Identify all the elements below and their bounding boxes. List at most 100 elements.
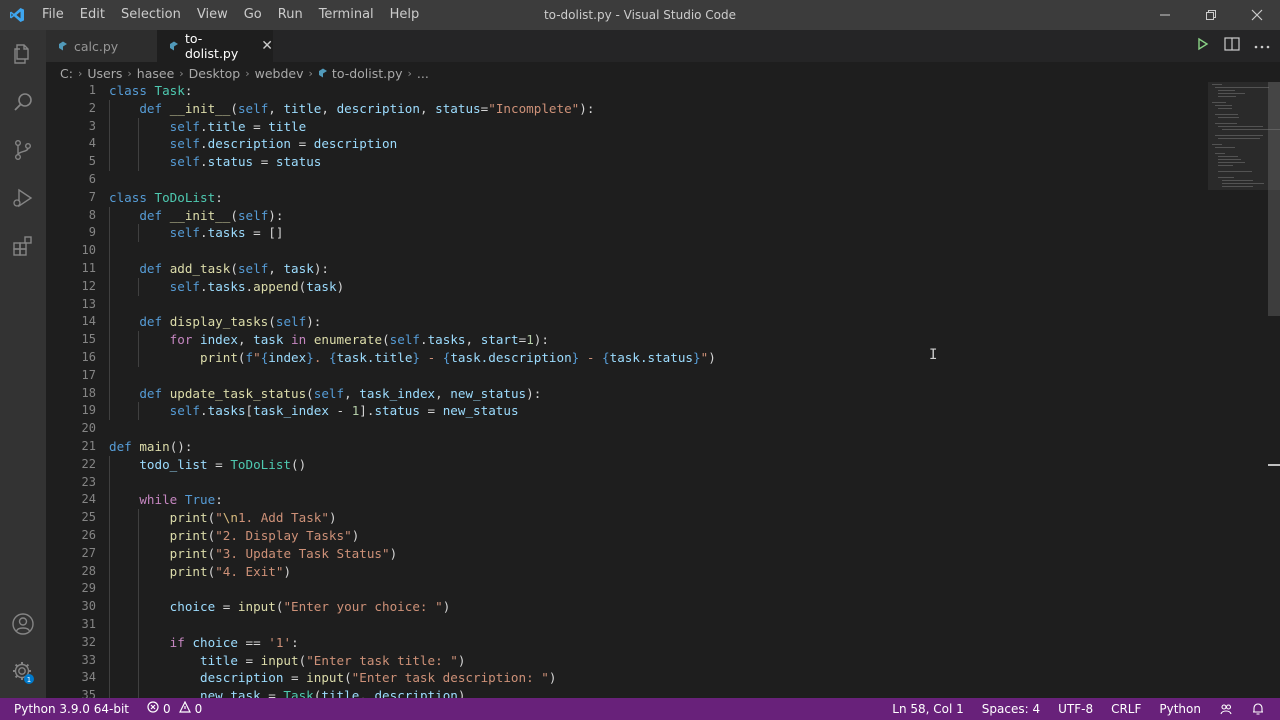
- code-line[interactable]: self.tasks.append(task): [109, 278, 716, 296]
- code-line[interactable]: def display_tasks(self):: [109, 313, 716, 331]
- notifications-bell-icon[interactable]: [1242, 702, 1274, 716]
- line-number: 26: [81, 527, 96, 542]
- manage-gear-icon[interactable]: 1: [0, 648, 46, 696]
- file-encoding[interactable]: UTF-8: [1049, 698, 1102, 720]
- code-line[interactable]: [109, 367, 716, 385]
- line-number: 24: [81, 492, 96, 507]
- code-lines[interactable]: class Task: def __init__(self, title, de…: [109, 82, 716, 698]
- code-line[interactable]: def update_task_status(self, task_index,…: [109, 385, 716, 403]
- code-line[interactable]: [109, 420, 716, 438]
- code-line[interactable]: choice = input("Enter your choice: "): [109, 598, 716, 616]
- vertical-scrollbar[interactable]: [1268, 82, 1280, 698]
- more-actions-icon[interactable]: [1254, 39, 1270, 54]
- breadcrumb-item-symbol[interactable]: ...: [417, 66, 429, 81]
- run-debug-icon[interactable]: [0, 174, 46, 222]
- accounts-icon[interactable]: [0, 600, 46, 648]
- code-line[interactable]: [109, 242, 716, 260]
- line-number: 6: [88, 171, 96, 186]
- code-line[interactable]: print("2. Display Tasks"): [109, 527, 716, 545]
- code-line[interactable]: class Task:: [109, 82, 716, 100]
- code-line[interactable]: print("\n1. Add Task"): [109, 509, 716, 527]
- code-line[interactable]: description = input("Enter task descript…: [109, 669, 716, 687]
- breadcrumb-item[interactable]: Desktop: [189, 66, 241, 81]
- code-line[interactable]: self.title = title: [109, 118, 716, 136]
- code-line[interactable]: [109, 474, 716, 492]
- code-line[interactable]: title = input("Enter task title: "): [109, 652, 716, 670]
- python-interpreter[interactable]: Python 3.9.0 64-bit: [0, 698, 138, 720]
- code-line[interactable]: todo_list = ToDoList(): [109, 456, 716, 474]
- tab-calc-py[interactable]: calc.py: [46, 30, 157, 62]
- code-line[interactable]: for index, task in enumerate(self.tasks,…: [109, 331, 716, 349]
- code-line[interactable]: def __init__(self, title, description, s…: [109, 100, 716, 118]
- split-editor-icon[interactable]: [1224, 37, 1240, 55]
- code-line[interactable]: def main():: [109, 438, 716, 456]
- minimap-line: [1218, 96, 1237, 98]
- code-line[interactable]: print(f"{index}. {task.title} - {task.de…: [109, 349, 716, 367]
- restore-icon: [1206, 10, 1216, 20]
- extensions-icon[interactable]: [0, 222, 46, 270]
- activity-bar: 1: [0, 30, 46, 698]
- run-python-file-icon[interactable]: [1196, 37, 1210, 55]
- close-tab-icon[interactable]: ✕: [261, 38, 273, 54]
- code-line[interactable]: self.status = status: [109, 153, 716, 171]
- menu-view[interactable]: View: [189, 0, 236, 30]
- breadcrumb-item[interactable]: hasee: [137, 66, 174, 81]
- restore-button[interactable]: [1188, 0, 1234, 30]
- code-line[interactable]: [109, 296, 716, 314]
- line-number: 22: [81, 456, 96, 471]
- close-icon: [1251, 9, 1263, 21]
- close-window-button[interactable]: [1234, 0, 1280, 30]
- code-line[interactable]: self.tasks = []: [109, 224, 716, 242]
- menu-go[interactable]: Go: [236, 0, 270, 30]
- minimap-line: [1215, 114, 1238, 116]
- search-icon[interactable]: [0, 78, 46, 126]
- breadcrumb-item[interactable]: webdev: [255, 66, 304, 81]
- indentation[interactable]: Spaces: 4: [973, 698, 1049, 720]
- window-controls: [1142, 0, 1280, 30]
- minimap-line: [1218, 126, 1264, 128]
- menu-selection[interactable]: Selection: [113, 0, 189, 30]
- code-editor[interactable]: 1 2 3 4 5 6 7 8 9 10 11 12 13 14 15 16 17 18 19 20 21 22 23 24 2…: [46, 82, 1280, 698]
- code-line[interactable]: print("3. Update Task Status"): [109, 545, 716, 563]
- cursor-position[interactable]: Ln 58, Col 1: [883, 698, 973, 720]
- code-line[interactable]: def add_task(self, task):: [109, 260, 716, 278]
- menu-file[interactable]: File: [34, 0, 72, 30]
- explorer-icon[interactable]: [0, 30, 46, 78]
- line-number: 18: [81, 385, 96, 400]
- menu-help[interactable]: Help: [382, 0, 428, 30]
- line-number: 12: [81, 278, 96, 293]
- line-number: 16: [81, 349, 96, 364]
- menu-terminal[interactable]: Terminal: [311, 0, 382, 30]
- code-line[interactable]: [109, 171, 716, 189]
- line-number: 17: [81, 367, 96, 382]
- code-line[interactable]: self.tasks[task_index - 1].status = new_…: [109, 402, 716, 420]
- line-number: 34: [81, 670, 96, 685]
- scrollbar-thumb[interactable]: [1268, 82, 1280, 316]
- code-line[interactable]: [109, 616, 716, 634]
- code-line[interactable]: def __init__(self):: [109, 207, 716, 225]
- line-number: 4: [88, 136, 96, 151]
- code-line[interactable]: new_task = Task(title, description): [109, 687, 716, 698]
- tab-to-dolist-py[interactable]: to-dolist.py ✕: [157, 30, 273, 62]
- minimap-line: [1212, 84, 1222, 86]
- code-line[interactable]: print("4. Exit"): [109, 563, 716, 581]
- source-control-icon[interactable]: [0, 126, 46, 174]
- problems-indicator[interactable]: 0 0: [138, 698, 211, 720]
- menu-run[interactable]: Run: [270, 0, 311, 30]
- code-line[interactable]: self.description = description: [109, 135, 716, 153]
- breadcrumb-item[interactable]: Users: [87, 66, 122, 81]
- code-line[interactable]: if choice == '1':: [109, 634, 716, 652]
- code-line[interactable]: class ToDoList:: [109, 189, 716, 207]
- minimize-button[interactable]: [1142, 0, 1188, 30]
- menu-edit[interactable]: Edit: [72, 0, 113, 30]
- breadcrumb-item[interactable]: C:: [60, 66, 73, 81]
- code-line[interactable]: [109, 580, 716, 598]
- language-mode[interactable]: Python: [1150, 698, 1210, 720]
- breadcrumb-item-file[interactable]: to-dolist.py: [332, 66, 403, 81]
- feedback-icon[interactable]: [1210, 702, 1242, 716]
- python-file-icon: [58, 39, 68, 54]
- code-line[interactable]: while True:: [109, 491, 716, 509]
- minimap-line: [1218, 138, 1260, 140]
- line-number: 10: [81, 243, 96, 258]
- end-of-line[interactable]: CRLF: [1102, 698, 1150, 720]
